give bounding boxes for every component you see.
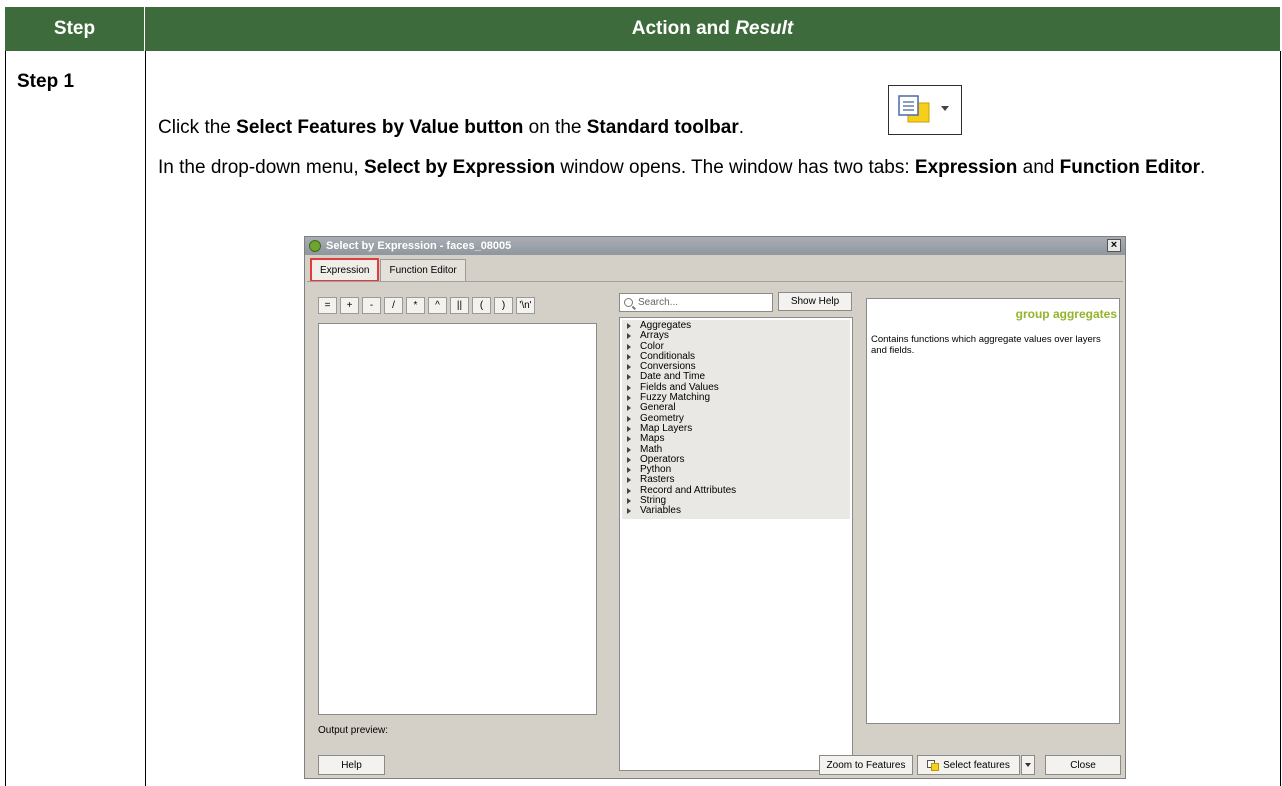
operator-multiply-button[interactable]: * [406, 297, 425, 314]
operator-newline-button[interactable]: '\n' [516, 297, 535, 314]
header-action-text: Action and [631, 18, 736, 39]
operator-close-paren-button[interactable]: ) [494, 297, 513, 314]
tab-expression[interactable]: Expression [309, 258, 380, 282]
instruction-paragraph-2: In the drop-down menu, Select by Express… [158, 157, 1206, 178]
operator-power-button[interactable]: ^ [428, 297, 447, 314]
show-help-button[interactable]: Show Help [778, 292, 852, 311]
instruction-paragraph-1: Click the Select Features by Value butto… [158, 117, 745, 138]
select-features-icon [898, 95, 930, 123]
operator-open-paren-button[interactable]: ( [472, 297, 491, 314]
operator-divide-button[interactable]: / [384, 297, 403, 314]
tab-divider [307, 281, 1123, 282]
table-border-right [1280, 51, 1281, 786]
close-button[interactable]: Close [1045, 755, 1121, 775]
help-title: group aggregates [1015, 307, 1117, 321]
header-action: Action and Result [145, 7, 1280, 51]
operator-buttons: = + - / * ^ || ( ) '\n' [318, 297, 535, 314]
select-features-button[interactable]: Select features [917, 755, 1020, 775]
dialog-button-bar: Help Zoom to Features Select features Cl… [305, 751, 1125, 779]
table-border-mid [145, 51, 146, 786]
search-icon [624, 298, 633, 307]
step-label: Step 1 [17, 71, 75, 92]
operator-minus-button[interactable]: - [362, 297, 381, 314]
dialog-tabs: Expression Function Editor [309, 258, 468, 282]
help-panel: group aggregates Contains functions whic… [866, 298, 1120, 724]
table-border-left [5, 51, 6, 786]
tab-function-editor[interactable]: Function Editor [380, 259, 466, 281]
function-list: Aggregates Arrays Color Conditionals Con… [622, 320, 850, 519]
select-features-label: Select features [943, 759, 1010, 771]
dialog-titlebar: Select by Expression - faces_08005 × [305, 237, 1125, 255]
header-step: Step [5, 7, 145, 51]
select-features-dropdown[interactable] [1021, 755, 1035, 775]
zoom-to-features-button[interactable]: Zoom to Features [819, 755, 913, 775]
select-features-by-value-button-image [888, 85, 962, 135]
table-header: Step Action and Result [5, 7, 1280, 51]
help-body: Contains functions which aggregate value… [871, 334, 1101, 356]
function-group-item[interactable]: Variables [622, 506, 850, 516]
search-placeholder: Search... [638, 297, 679, 308]
header-result-text: Result [735, 18, 794, 39]
operator-equals-button[interactable]: = [318, 297, 337, 314]
close-icon[interactable]: × [1107, 239, 1121, 252]
chevron-down-icon [941, 106, 949, 111]
select-by-expression-dialog: Select by Expression - faces_08005 × Exp… [304, 236, 1126, 779]
operator-plus-button[interactable]: + [340, 297, 359, 314]
select-features-icon [927, 759, 940, 771]
expression-editor[interactable] [318, 323, 597, 715]
search-input[interactable]: Search... [619, 293, 773, 312]
help-button[interactable]: Help [318, 755, 385, 775]
header-step-text: Step [53, 18, 96, 39]
operator-concat-button[interactable]: || [450, 297, 469, 314]
dialog-title: Select by Expression - faces_08005 [326, 240, 512, 252]
function-tree: Aggregates Arrays Color Conditionals Con… [619, 317, 853, 771]
chevron-down-icon [1025, 763, 1031, 767]
qgis-logo-icon [309, 240, 321, 252]
output-preview-label: Output preview: [318, 725, 389, 736]
